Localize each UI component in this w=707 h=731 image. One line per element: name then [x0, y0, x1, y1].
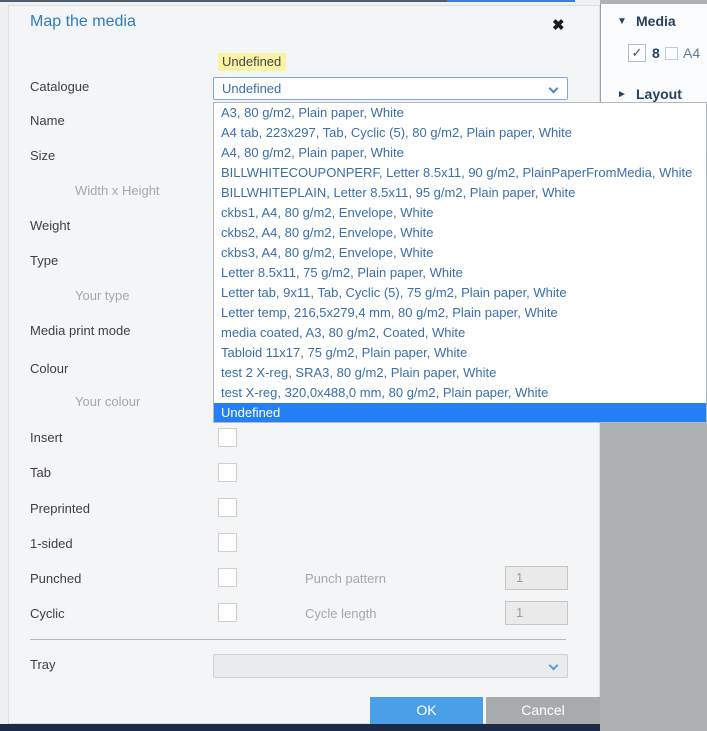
catalogue-option[interactable]: ckbs2, A4, 80 g/m2, Envelope, White — [214, 223, 706, 243]
ok-button[interactable]: OK — [370, 697, 483, 724]
catalogue-option[interactable]: A3, 80 g/m2, Plain paper, White — [214, 103, 706, 123]
cancel-button[interactable]: Cancel — [486, 697, 600, 724]
catalogue-select[interactable]: Undefined — [213, 77, 568, 100]
media-checked-checkbox[interactable]: ✓ — [628, 44, 646, 62]
your-type-label: Your type — [75, 287, 129, 305]
punch-pattern-input[interactable]: 1 — [505, 566, 568, 590]
media-size-label: A4 — [683, 45, 700, 61]
collapse-triangle-icon[interactable]: ▼ — [617, 16, 627, 27]
preprinted-label: Preprinted — [30, 500, 90, 518]
cycle-length-label: Cycle length — [305, 605, 377, 623]
cyclic-label: Cyclic — [30, 605, 65, 623]
expand-triangle-icon[interactable]: ► — [617, 89, 627, 100]
catalogue-option[interactable]: test 2 X-reg, SRA3, 80 g/m2, Plain paper… — [214, 363, 706, 383]
catalogue-option[interactable]: A4 tab, 223x297, Tab, Cyclic (5), 80 g/m… — [214, 123, 706, 143]
catalogue-option[interactable]: media coated, A3, 80 g/m2, Coated, White — [214, 323, 706, 343]
close-icon[interactable]: ✖ — [552, 16, 565, 34]
current-value-highlight: Undefined — [218, 53, 286, 71]
catalogue-option[interactable]: Letter tab, 9x11, Tab, Cyclic (5), 75 g/… — [214, 283, 706, 303]
catalogue-label: Catalogue — [30, 78, 89, 96]
chevron-down-icon — [549, 661, 559, 671]
punch-pattern-label: Punch pattern — [305, 570, 386, 588]
one-sided-checkbox[interactable] — [218, 533, 237, 552]
punched-checkbox[interactable] — [218, 568, 237, 587]
tab-checkbox[interactable] — [218, 463, 237, 482]
window-bottom-edge — [0, 724, 600, 731]
window-top-edge — [0, 0, 447, 2]
punched-label: Punched — [30, 570, 81, 588]
cycle-length-input[interactable]: 1 — [505, 601, 568, 625]
media-print-mode-label: Media print mode — [30, 322, 130, 340]
catalogue-option[interactable]: ckbs3, A4, 80 g/m2, Envelope, White — [214, 243, 706, 263]
cyclic-checkbox[interactable] — [218, 603, 237, 622]
type-label: Type — [30, 252, 58, 270]
catalogue-option[interactable]: BILLWHITEPLAIN, Letter 8.5x11, 95 g/m2, … — [214, 183, 706, 203]
colour-label: Colour — [30, 360, 68, 378]
catalogue-option[interactable]: Undefined — [214, 403, 706, 423]
section-divider — [30, 639, 566, 640]
catalogue-option[interactable]: test X-reg, 320,0x488,0 mm, 80 g/m2, Pla… — [214, 383, 706, 403]
preprinted-checkbox[interactable] — [218, 498, 237, 517]
catalogue-option[interactable]: ckbs1, A4, 80 g/m2, Envelope, White — [214, 203, 706, 223]
catalogue-option[interactable]: Letter temp, 216,5x279,4 mm, 80 g/m2, Pl… — [214, 303, 706, 323]
tab-label: Tab — [30, 464, 51, 482]
media-count: 8 — [652, 45, 660, 61]
your-colour-label: Your colour — [75, 393, 140, 411]
catalogue-option[interactable]: BILLWHITECOUPONPERF, Letter 8.5x11, 90 g… — [214, 163, 706, 183]
sidebar-section-layout[interactable]: Layout — [636, 86, 682, 102]
catalogue-option[interactable]: A4, 80 g/m2, Plain paper, White — [214, 143, 706, 163]
chevron-down-icon — [549, 84, 559, 94]
insert-checkbox[interactable] — [218, 428, 237, 447]
catalogue-option-list[interactable]: A3, 80 g/m2, Plain paper, WhiteA4 tab, 2… — [213, 102, 707, 423]
one-sided-label: 1-sided — [30, 535, 73, 553]
catalogue-select-value: Undefined — [222, 81, 281, 96]
tray-label: Tray — [30, 656, 56, 674]
size-label: Size — [30, 147, 55, 165]
tray-select[interactable] — [213, 654, 568, 678]
window-top-edge-accent — [447, 0, 575, 2]
width-height-label: Width x Height — [75, 182, 160, 200]
name-label: Name — [30, 112, 65, 130]
catalogue-option[interactable]: Letter 8.5x11, 75 g/m2, Plain paper, Whi… — [214, 263, 706, 283]
insert-label: Insert — [30, 429, 63, 447]
dialog-title: Map the media — [30, 13, 136, 31]
media-empty-checkbox[interactable] — [665, 47, 678, 60]
catalogue-option[interactable]: Tabloid 11x17, 75 g/m2, Plain paper, Whi… — [214, 343, 706, 363]
sidebar-section-media[interactable]: Media — [636, 13, 676, 29]
weight-label: Weight — [30, 217, 70, 235]
